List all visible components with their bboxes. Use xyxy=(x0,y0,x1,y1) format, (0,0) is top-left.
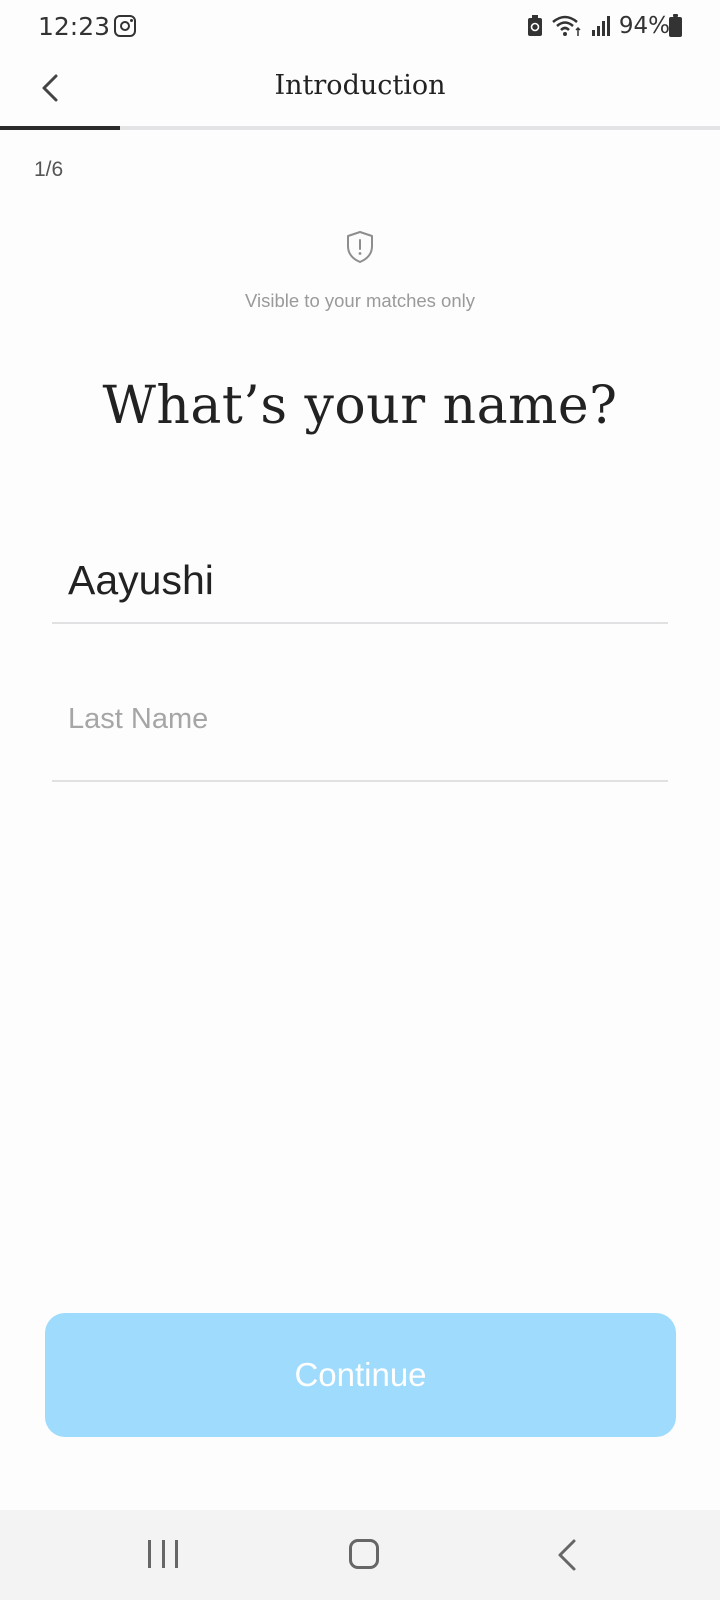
signal-icon xyxy=(591,16,610,36)
screen: 12:23 94% Introduction 1/6 Visible to yo… xyxy=(0,0,720,1600)
first-name-input[interactable] xyxy=(68,540,648,620)
last-name-field[interactable] xyxy=(52,684,668,782)
status-time: 12:23 xyxy=(38,12,111,41)
system-nav-bar xyxy=(0,1510,720,1600)
first-name-field[interactable] xyxy=(52,540,668,624)
shield-exclamation-icon xyxy=(347,231,373,263)
header-title: Introduction xyxy=(274,70,446,101)
question-title: What’s your name? xyxy=(102,376,618,436)
progress-fill xyxy=(0,126,121,130)
visibility-note: Visible to your matches only xyxy=(245,290,475,311)
battery-saver-icon xyxy=(527,15,542,36)
battery-percent: 94% xyxy=(618,13,670,39)
home-icon[interactable] xyxy=(349,1539,379,1569)
continue-button[interactable]: Continue xyxy=(45,1313,676,1437)
status-icons: 94% xyxy=(527,12,670,40)
progress-bar xyxy=(0,126,720,130)
wifi-icon xyxy=(552,15,581,36)
back-icon[interactable] xyxy=(554,1537,584,1573)
status-bar: 12:23 94% xyxy=(0,0,720,52)
step-counter: 1/6 xyxy=(34,158,64,181)
recents-icon[interactable] xyxy=(148,1540,178,1568)
last-name-input[interactable] xyxy=(68,684,648,754)
battery-icon xyxy=(669,14,682,37)
instagram-icon xyxy=(114,15,136,37)
header: Introduction xyxy=(0,52,720,126)
